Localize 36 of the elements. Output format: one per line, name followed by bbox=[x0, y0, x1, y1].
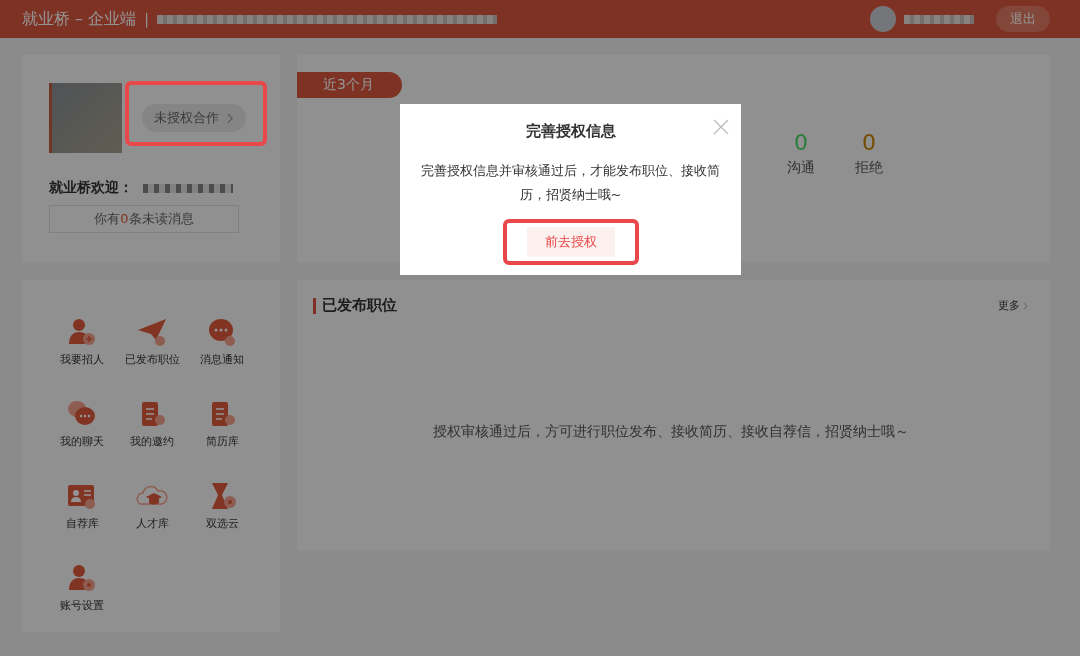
paper-plane-icon bbox=[136, 316, 168, 348]
menu-item[interactable]: 我的聊天 bbox=[47, 398, 117, 480]
menu-item[interactable]: 已发布职位 bbox=[117, 316, 187, 398]
unread-messages-notice[interactable]: 你有0条未读消息 bbox=[49, 205, 239, 233]
authorization-status-button[interactable]: 未授权合作 bbox=[142, 104, 246, 132]
dialog-message: 完善授权信息并审核通过后，才能发布职位、接收简历，招贤纳士哦~ bbox=[420, 162, 721, 204]
avatar-placeholder bbox=[870, 6, 896, 32]
menu-item[interactable]: 我的邀约 bbox=[117, 398, 187, 480]
title-separator: | bbox=[144, 11, 149, 27]
chevron-right-icon bbox=[1023, 301, 1028, 310]
welcome-label: 就业桥欢迎： bbox=[49, 179, 133, 197]
chat-bubble-icon bbox=[206, 316, 238, 348]
menu-item[interactable]: 双选云 bbox=[187, 480, 257, 562]
person-icon bbox=[66, 316, 98, 348]
period-tab[interactable]: 近3个月 bbox=[297, 72, 402, 98]
menu-item[interactable]: 人才库 bbox=[117, 480, 187, 562]
menu-item[interactable]: 消息通知 bbox=[187, 316, 257, 398]
dialog-title: 完善授权信息 bbox=[525, 122, 616, 141]
section-marker bbox=[313, 297, 316, 314]
stat-label: 拒绝 bbox=[855, 159, 883, 177]
menu-item[interactable]: 我要招人 bbox=[47, 316, 117, 398]
person-icon bbox=[66, 562, 98, 594]
section-title: 已发布职位 bbox=[322, 296, 397, 315]
close-icon[interactable] bbox=[713, 119, 729, 135]
stat-value: 0 bbox=[794, 130, 808, 155]
menu-item[interactable]: 简历库 bbox=[187, 398, 257, 480]
empty-state-message: 授权审核通过后，方可进行职位发布、接收简历、接收自荐信，招贤纳士哦～ bbox=[431, 423, 910, 441]
authorize-button[interactable]: 前去授权 bbox=[526, 227, 615, 257]
app-title: 就业桥 – 企业端 bbox=[22, 8, 137, 30]
menu-item[interactable]: 自荐库 bbox=[47, 480, 117, 562]
redacted-user-name bbox=[904, 14, 974, 24]
more-link[interactable]: 更多 bbox=[998, 298, 1028, 313]
chevron-right-icon bbox=[227, 112, 234, 124]
menu-item[interactable]: 账号设置 bbox=[47, 562, 117, 644]
stat-label: 沟通 bbox=[787, 159, 815, 177]
stat-value: 0 bbox=[862, 130, 876, 155]
